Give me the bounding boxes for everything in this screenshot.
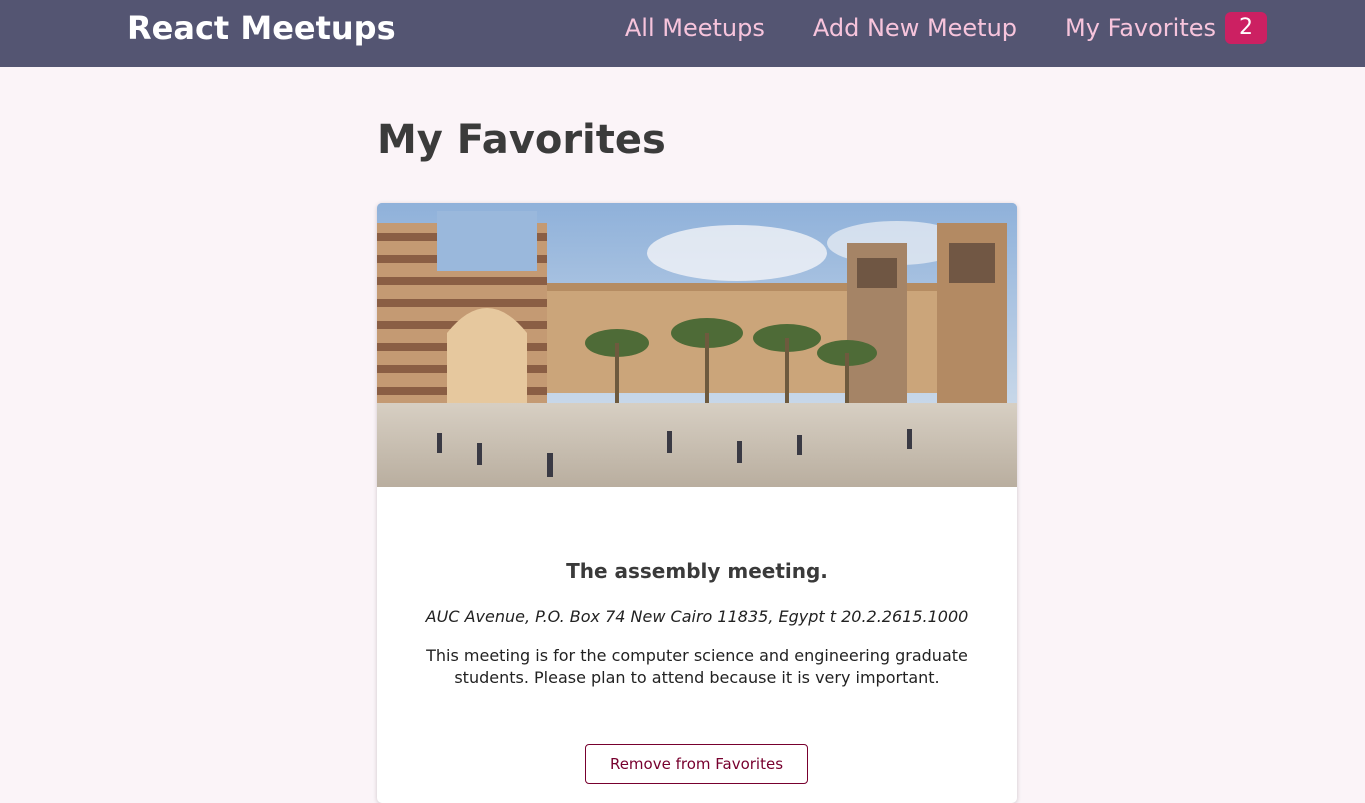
page-title: My Favorites xyxy=(377,117,666,163)
nav-add-new-meetup[interactable]: Add New Meetup xyxy=(813,12,1017,44)
nav-my-favorites-label: My Favorites xyxy=(1065,14,1216,42)
nav-all-meetups[interactable]: All Meetups xyxy=(625,12,765,44)
nav-my-favorites[interactable]: My Favorites 2 xyxy=(1065,12,1267,44)
main-header: React Meetups All Meetups Add New Meetup… xyxy=(0,0,1365,67)
meetup-description: This meeting is for the computer science… xyxy=(426,646,968,687)
meetup-address: AUC Avenue, P.O. Box 74 New Cairo 11835,… xyxy=(425,607,969,626)
meetup-card: The assembly meeting. AUC Avenue, P.O. B… xyxy=(377,203,1017,803)
meetup-image xyxy=(377,203,1017,487)
remove-from-favorites-button[interactable]: Remove from Favorites xyxy=(585,744,808,784)
favorites-count-badge: 2 xyxy=(1225,12,1267,44)
meetup-title: The assembly meeting. xyxy=(566,559,828,583)
main-nav: All Meetups Add New Meetup My Favorites … xyxy=(625,12,1267,44)
site-logo[interactable]: React Meetups xyxy=(127,9,396,47)
